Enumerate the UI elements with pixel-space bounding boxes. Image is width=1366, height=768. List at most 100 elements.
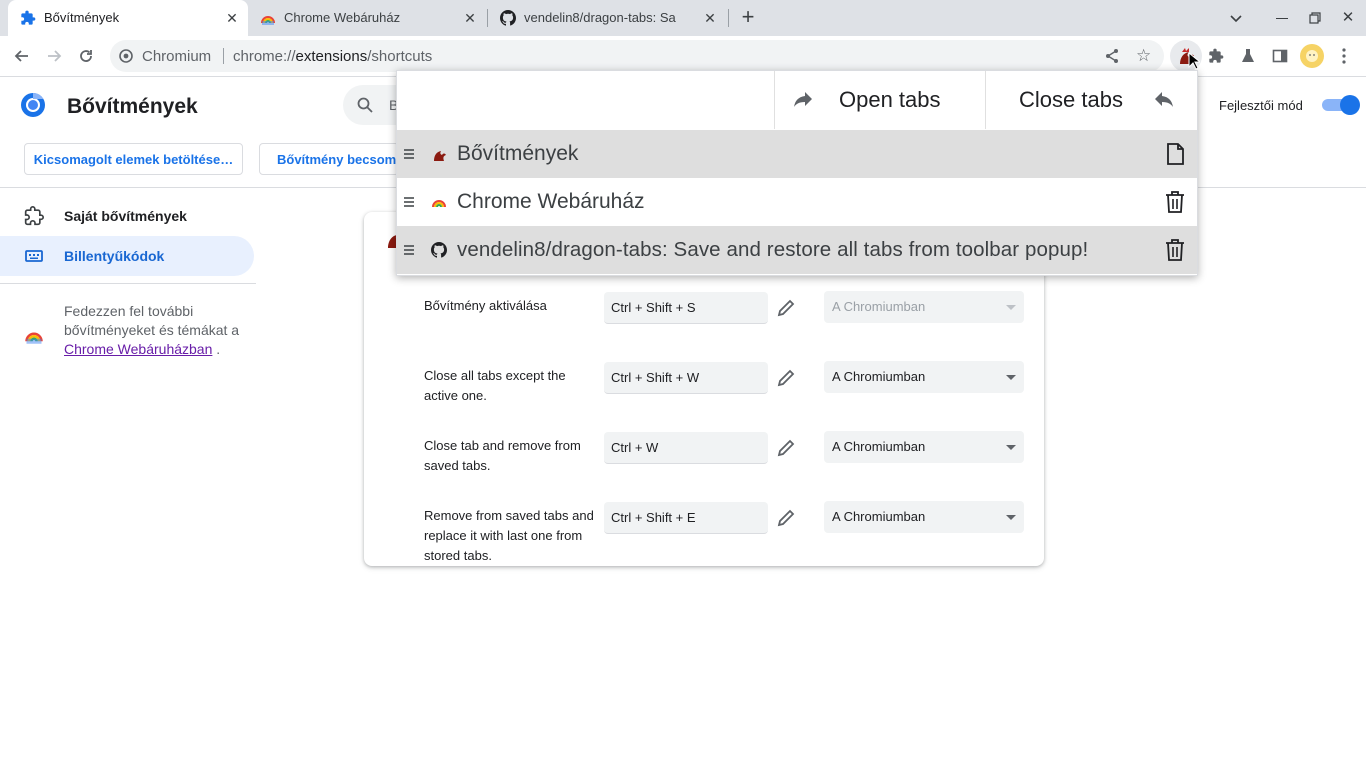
open-tabs-button[interactable]: Open tabs xyxy=(775,71,985,129)
scope-select[interactable]: A Chromiumban xyxy=(824,431,1024,463)
labs-flask-icon[interactable] xyxy=(1234,42,1262,70)
restore-icon[interactable] xyxy=(1309,12,1321,24)
dragon-icon xyxy=(431,146,447,162)
trash-icon[interactable] xyxy=(1163,190,1187,214)
search-icon xyxy=(357,97,373,113)
shortcut-key-field[interactable]: Ctrl + Shift + W xyxy=(604,362,768,394)
edit-pencil-icon[interactable] xyxy=(776,508,796,528)
scope-select[interactable]: A Chromiumban xyxy=(824,361,1024,393)
chevron-down-icon xyxy=(1006,375,1016,380)
chevron-down-icon xyxy=(1006,445,1016,450)
github-icon xyxy=(431,242,447,258)
load-unpacked-button[interactable]: Kicsomagolt elemek betöltése… xyxy=(24,143,243,175)
shortcut-description: Close tab and remove from saved tabs. xyxy=(424,438,581,473)
saved-tab-row[interactable]: Chrome Webáruház xyxy=(397,178,1197,226)
saved-tab-title: vendelin8/dragon-tabs: Save and restore … xyxy=(457,238,1089,261)
sidebar-divider xyxy=(0,283,256,284)
chevron-down-icon xyxy=(1006,515,1016,520)
close-icon[interactable]: ✕ xyxy=(462,10,478,26)
promo-end: . xyxy=(216,341,221,357)
drag-handle-icon[interactable] xyxy=(403,148,415,160)
shortcut-key-field[interactable]: Ctrl + Shift + S xyxy=(604,292,768,324)
extension-icon xyxy=(24,206,44,226)
tab-title: Chrome Webáruház xyxy=(284,10,401,25)
saved-tab-row[interactable]: vendelin8/dragon-tabs: Save and restore … xyxy=(397,226,1197,274)
bookmark-star-icon[interactable]: ☆ xyxy=(1136,47,1154,65)
share-icon[interactable] xyxy=(1104,48,1120,64)
webstore-promo: Fedezzen fel további bővítményeket és té… xyxy=(64,302,254,359)
drag-handle-icon[interactable] xyxy=(403,196,415,208)
sidebar-item-shortcuts[interactable]: Billentyűkódok xyxy=(0,236,254,276)
tab-separator xyxy=(728,9,729,27)
saved-tab-title: Bővítmények xyxy=(457,142,579,165)
site-chip[interactable]: Chromium xyxy=(142,48,211,65)
reply-arrow-icon xyxy=(1154,91,1174,109)
trash-icon[interactable] xyxy=(1163,238,1187,262)
window-close-icon[interactable]: ✕ xyxy=(1340,10,1356,26)
puzzle-icon xyxy=(20,10,36,26)
file-icon[interactable] xyxy=(1163,142,1187,166)
reload-button[interactable] xyxy=(72,42,100,70)
page-title: Bővítmények xyxy=(67,95,198,118)
omnibox[interactable]: Chromium chrome://extensions/shortcuts ☆ xyxy=(110,40,1164,72)
url-text: chrome://extensions/shortcuts xyxy=(233,48,432,65)
drag-handle-icon[interactable] xyxy=(403,244,415,256)
tab-webstore[interactable]: Chrome Webáruház ✕ xyxy=(248,0,488,36)
keyboard-icon xyxy=(24,246,44,266)
shortcut-description: Bővítmény aktiválása xyxy=(424,298,547,313)
back-button[interactable] xyxy=(8,42,36,70)
close-icon[interactable]: ✕ xyxy=(224,10,240,26)
scope-value: A Chromiumban xyxy=(832,439,926,454)
webstore-link[interactable]: Chrome Webáruházban xyxy=(64,341,212,357)
webstore-icon xyxy=(431,194,447,210)
edit-pencil-icon[interactable] xyxy=(776,438,796,458)
pack-extension-button[interactable]: Bővítmény becsoma xyxy=(259,143,399,175)
dev-mode-toggle[interactable] xyxy=(1322,95,1360,115)
tab-title: Bővítmények xyxy=(44,10,120,25)
chromium-site-icon xyxy=(119,49,133,63)
webstore-icon xyxy=(260,10,276,26)
mouse-cursor-icon xyxy=(1188,52,1200,70)
side-panel-icon[interactable] xyxy=(1266,42,1294,70)
url-scheme: chrome:// xyxy=(233,48,296,65)
url-path: /shortcuts xyxy=(367,48,433,65)
share-arrow-icon xyxy=(793,91,813,109)
dev-mode-label: Fejlesztői mód xyxy=(1219,98,1303,113)
sidebar-item-label: Billentyűkódok xyxy=(64,248,165,264)
open-tabs-label: Open tabs xyxy=(839,87,941,112)
scope-value: A Chromiumban xyxy=(832,369,926,384)
promo-text: Fedezzen fel további bővítményeket és té… xyxy=(64,303,240,338)
tab-title: vendelin8/dragon-tabs: Sa xyxy=(524,10,676,25)
tab-github[interactable]: vendelin8/dragon-tabs: Sa ✕ xyxy=(488,0,728,36)
tab-strip: Bővítmények ✕ Chrome Webáruház ✕ vendeli… xyxy=(0,0,1366,36)
scope-select[interactable]: A Chromiumban xyxy=(824,501,1024,533)
menu-kebab-icon[interactable] xyxy=(1330,42,1358,70)
tab-search-icon[interactable] xyxy=(1228,10,1244,26)
github-icon xyxy=(500,10,516,26)
saved-tab-row[interactable]: Bővítmények xyxy=(397,130,1197,178)
scope-value: A Chromiumban xyxy=(832,299,926,314)
saved-tab-title: Chrome Webáruház xyxy=(457,190,645,213)
shortcut-key-field[interactable]: Ctrl + Shift + E xyxy=(604,502,768,534)
scope-select[interactable]: A Chromiumban xyxy=(824,291,1024,323)
minimize-icon[interactable] xyxy=(1276,18,1288,19)
url-host: extensions xyxy=(295,48,368,65)
edit-pencil-icon[interactable] xyxy=(776,298,796,318)
close-tabs-label: Close tabs xyxy=(1019,87,1123,112)
sidebar-item-my-extensions[interactable]: Saját bővítmények xyxy=(0,196,254,236)
extensions-puzzle-icon[interactable] xyxy=(1202,42,1230,70)
close-tabs-button[interactable]: Close tabs xyxy=(986,71,1197,129)
scope-value: A Chromiumban xyxy=(832,509,926,524)
profile-avatar[interactable] xyxy=(1300,44,1324,68)
edit-pencil-icon[interactable] xyxy=(776,368,796,388)
tab-extensions[interactable]: Bővítmények ✕ xyxy=(8,0,248,36)
chevron-down-icon xyxy=(1006,305,1016,310)
chromium-logo xyxy=(20,92,46,118)
new-tab-button[interactable]: + xyxy=(736,6,760,30)
shortcut-description: Remove from saved tabs and replace it wi… xyxy=(424,508,594,563)
close-icon[interactable]: ✕ xyxy=(702,10,718,26)
sidebar-item-label: Saját bővítmények xyxy=(64,208,187,224)
shortcut-key-field[interactable]: Ctrl + W xyxy=(604,432,768,464)
forward-button[interactable] xyxy=(40,42,68,70)
search-box[interactable]: B xyxy=(343,85,403,125)
